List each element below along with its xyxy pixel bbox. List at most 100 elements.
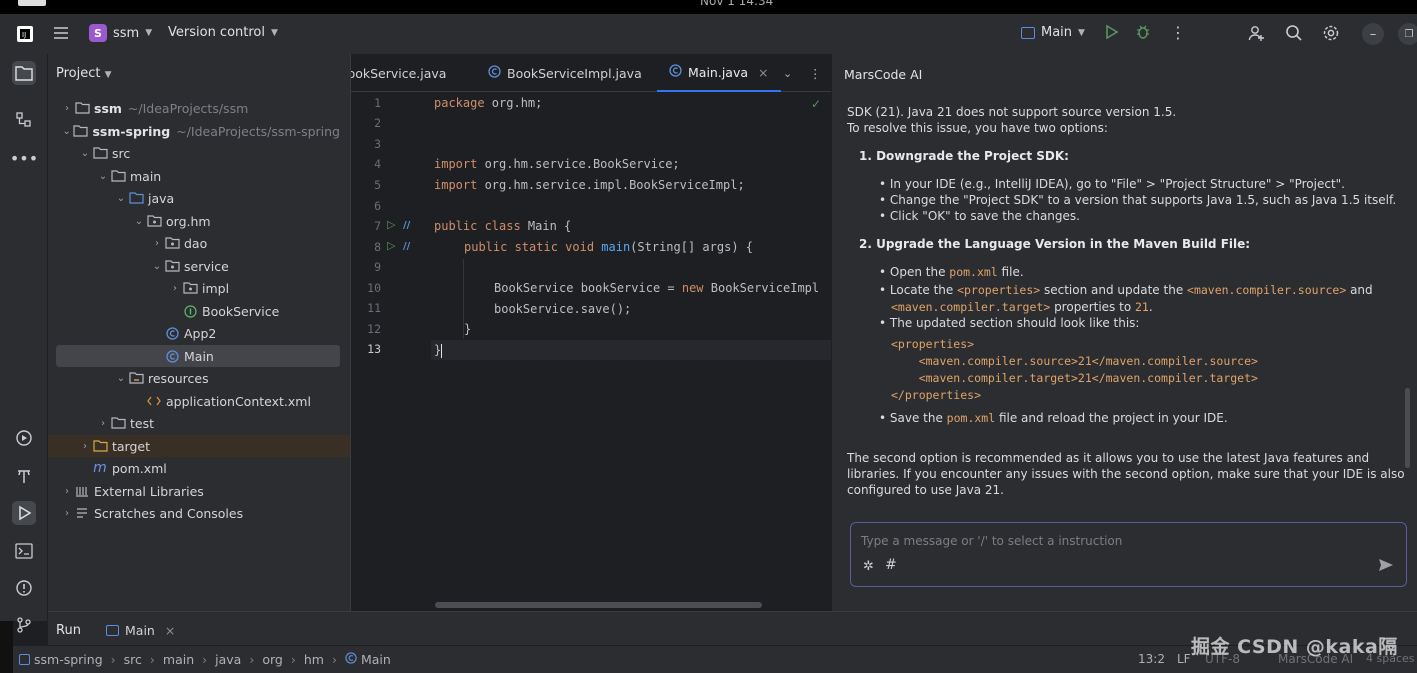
caret-position[interactable]: 13:2 (1138, 652, 1165, 666)
option-heading-text: 1. Downgrade the Project SDK: (859, 149, 1069, 163)
chevron-down-icon[interactable]: ⌄ (78, 148, 92, 159)
tree-item-pom[interactable]: m pom.xml (56, 457, 340, 479)
chat-input-box[interactable]: Type a message or '/' to select a instru… (850, 522, 1407, 587)
breadcrumb-item[interactable]: Main (361, 652, 391, 667)
tree-item-src[interactable]: ⌄ src (56, 142, 340, 164)
option-heading-text: 2. Upgrade the Language Version in the M… (859, 237, 1251, 251)
breadcrumb-item[interactable]: main (163, 652, 194, 667)
add-user-icon[interactable] (1248, 24, 1266, 42)
tree-item-resources[interactable]: ⌄ resources (56, 367, 340, 389)
horizontal-scrollbar[interactable] (435, 602, 762, 608)
code-line-11[interactable]: bookService.save(); (494, 302, 631, 316)
hashtag-icon[interactable]: # (885, 557, 897, 573)
project-switcher[interactable]: S ssm ▼ (89, 24, 152, 42)
inline-code: <maven.compiler.source> (1187, 283, 1347, 297)
tree-item-main-class[interactable]: Main (56, 345, 340, 367)
problems-tool-icon[interactable] (12, 576, 36, 600)
tree-item-target[interactable]: › target (48, 435, 350, 457)
tree-item-label: BookService (202, 303, 280, 319)
git-tool-icon[interactable] (12, 613, 36, 637)
vcs-menu[interactable]: Version control ▼ (168, 25, 278, 40)
run-tool-icon[interactable] (12, 501, 36, 525)
run-config-selector[interactable]: Main ▼ (1021, 25, 1085, 40)
chat-scrollbar[interactable] (1405, 388, 1410, 468)
tabs-more-icon[interactable]: ⋮ (809, 54, 822, 92)
breadcrumb-item[interactable]: hm (304, 652, 324, 667)
tree-item-impl[interactable]: › impl (56, 277, 340, 299)
project-panel-header[interactable]: Project ▼ (56, 66, 112, 81)
run-gutter-icon[interactable]: ▷ (387, 218, 395, 231)
structure-tool-icon[interactable] (12, 108, 36, 132)
breadcrumb-item[interactable]: src (124, 652, 142, 667)
services-tool-icon[interactable] (12, 426, 36, 450)
tree-item-ssm[interactable]: › ssm ~/IdeaProjects/ssm (56, 97, 340, 119)
code-line-5[interactable]: import org.hm.service.impl.BookServiceIm… (434, 178, 745, 192)
debug-button[interactable] (1135, 24, 1151, 40)
code-line-13[interactable]: } (434, 343, 443, 358)
chevron-down-icon[interactable]: ⌄ (150, 261, 164, 272)
chevron-down-icon[interactable]: ⌄ (132, 216, 146, 227)
tree-item-ssm-spring[interactable]: ⌄ ssm-spring ~/IdeaProjects/ssm-spring (56, 120, 340, 142)
send-icon[interactable] (1378, 558, 1394, 575)
tab-bookservice[interactable]: BookService.java (351, 54, 471, 92)
code-line-4[interactable]: import org.hm.service.BookService; (434, 157, 680, 171)
close-tab-icon[interactable]: × (758, 65, 768, 80)
more-actions-icon[interactable]: ⋮ (1170, 23, 1186, 42)
minimize-window-button[interactable]: – (1362, 23, 1384, 45)
code-line-10[interactable]: BookService bookService = new BookServic… (494, 281, 819, 295)
tree-item-bookservice[interactable]: BookService (56, 300, 340, 322)
tree-item-scratches[interactable]: › Scratches and Consoles (56, 502, 340, 524)
chevron-down-icon[interactable]: ⌄ (114, 193, 128, 204)
code-line-12[interactable]: } (464, 322, 471, 336)
tree-item-app2[interactable]: App2 (56, 322, 340, 344)
run-button[interactable] (1103, 24, 1119, 40)
close-tab-icon[interactable]: × (165, 623, 175, 638)
build-tool-icon[interactable] (12, 464, 36, 488)
chevron-right-icon[interactable]: › (60, 486, 74, 497)
tree-item-main[interactable]: ⌄ main (56, 165, 340, 187)
sparkle-icon[interactable]: ✲ (863, 559, 874, 574)
tree-item-label: ssm (94, 100, 122, 116)
chevron-right-icon[interactable]: › (96, 418, 110, 429)
search-icon[interactable] (1285, 24, 1303, 42)
chat-input-placeholder[interactable]: Type a message or '/' to select a instru… (861, 534, 1122, 548)
tab-main-java[interactable]: Main.java × (657, 54, 781, 92)
code-line-7[interactable]: public class Main { (434, 219, 571, 233)
chevron-right-icon[interactable]: › (78, 441, 92, 452)
breadcrumb-item[interactable]: ssm-spring (34, 652, 103, 667)
run-gutter-icon[interactable]: ▷ (387, 239, 395, 252)
restore-window-button[interactable]: ❐ (1398, 23, 1417, 45)
marscode-gutter-icon[interactable]: // (403, 241, 410, 252)
bullet-text: properties to (1050, 300, 1135, 314)
code-line-1[interactable]: package org.hm; (434, 96, 542, 110)
chevron-right-icon[interactable]: › (150, 238, 164, 249)
project-tool-icon[interactable] (12, 61, 36, 85)
marscode-gutter-icon[interactable]: // (403, 220, 410, 231)
chevron-down-icon[interactable]: ⌄ (60, 126, 73, 137)
chevron-right-icon[interactable]: › (168, 283, 182, 294)
tree-item-test[interactable]: › test (56, 412, 340, 434)
tree-item-org-hm[interactable]: ⌄ org.hm (56, 210, 340, 232)
settings-gear-icon[interactable] (1322, 24, 1340, 42)
code-line-8[interactable]: public static void main(String[] args) { (464, 240, 753, 254)
tree-item-java[interactable]: ⌄ java (56, 187, 340, 209)
chevron-right-icon[interactable]: › (60, 508, 74, 519)
chevron-right-icon[interactable]: › (60, 103, 74, 114)
line-separator[interactable]: LF (1177, 652, 1191, 666)
terminal-tool-icon[interactable] (12, 539, 36, 563)
chevron-down-icon[interactable]: ⌄ (114, 373, 128, 384)
breadcrumb-item[interactable]: org (262, 652, 283, 667)
tree-item-external-libraries[interactable]: › External Libraries (56, 480, 340, 502)
chevron-down-icon[interactable]: ⌄ (96, 171, 110, 182)
tree-item-service[interactable]: ⌄ service (56, 255, 340, 277)
more-tools-icon[interactable]: ••• (10, 146, 38, 170)
tabs-dropdown-icon[interactable]: ⌄ (783, 54, 792, 92)
main-menu-icon[interactable] (52, 24, 70, 42)
tree-item-dao[interactable]: › dao (56, 232, 340, 254)
tab-bookserviceimpl[interactable]: BookServiceImpl.java (488, 54, 642, 92)
tree-item-applicationcontext[interactable]: applicationContext.xml (56, 390, 340, 412)
app-logo-icon[interactable]: IJ (16, 25, 34, 43)
run-tab-main[interactable]: Main × (106, 623, 175, 638)
breadcrumb-item[interactable]: java (215, 652, 241, 667)
run-label[interactable]: Run (56, 623, 81, 638)
